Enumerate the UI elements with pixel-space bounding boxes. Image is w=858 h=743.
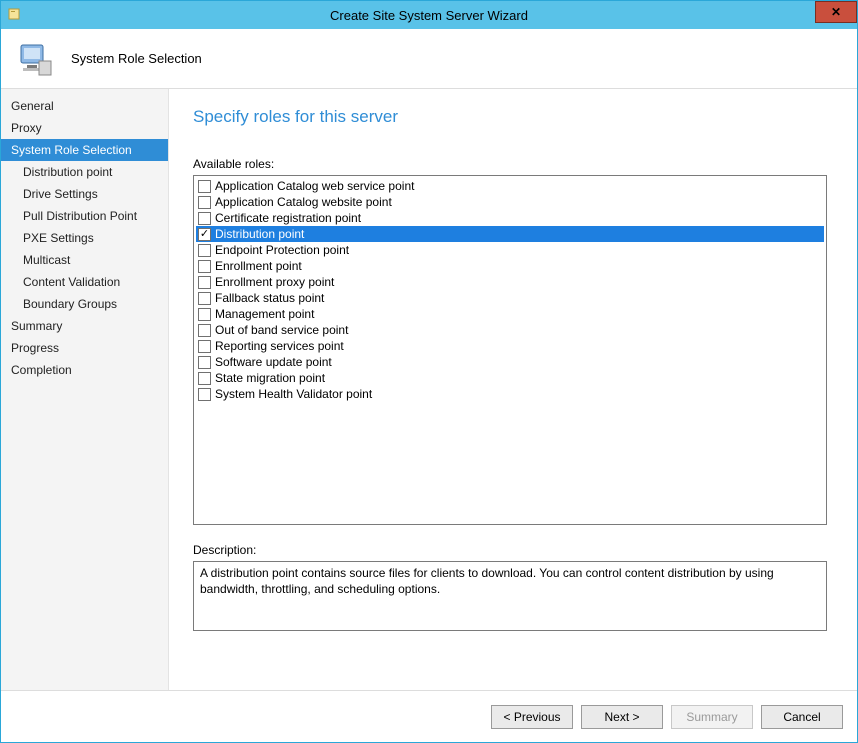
- available-roles-list[interactable]: Application Catalog web service pointApp…: [193, 175, 827, 525]
- role-label: Distribution point: [215, 226, 304, 242]
- role-row[interactable]: Software update point: [196, 354, 824, 370]
- role-checkbox[interactable]: [198, 340, 211, 353]
- previous-button[interactable]: < Previous: [491, 705, 573, 729]
- role-row[interactable]: Reporting services point: [196, 338, 824, 354]
- role-label: Enrollment proxy point: [215, 274, 334, 290]
- nav-item[interactable]: Drive Settings: [1, 183, 168, 205]
- role-row[interactable]: State migration point: [196, 370, 824, 386]
- nav-item[interactable]: Content Validation: [1, 271, 168, 293]
- nav-item[interactable]: System Role Selection: [1, 139, 168, 161]
- server-icon: [15, 39, 55, 79]
- nav-item[interactable]: Completion: [1, 359, 168, 381]
- role-checkbox[interactable]: [198, 180, 211, 193]
- summary-button-label: Summary: [686, 710, 737, 724]
- available-roles-label: Available roles:: [193, 157, 827, 171]
- next-button[interactable]: Next >: [581, 705, 663, 729]
- role-checkbox[interactable]: [198, 196, 211, 209]
- role-checkbox[interactable]: [198, 356, 211, 369]
- role-checkbox[interactable]: [198, 388, 211, 401]
- wizard-nav: GeneralProxySystem Role SelectionDistrib…: [1, 89, 169, 690]
- close-icon: ✕: [831, 5, 841, 19]
- role-row[interactable]: Enrollment point: [196, 258, 824, 274]
- role-label: System Health Validator point: [215, 386, 372, 402]
- cancel-button-label: Cancel: [783, 710, 820, 724]
- nav-item[interactable]: General: [1, 95, 168, 117]
- next-button-label: Next >: [604, 710, 639, 724]
- role-row[interactable]: Out of band service point: [196, 322, 824, 338]
- role-label: Management point: [215, 306, 314, 322]
- role-checkbox[interactable]: [198, 276, 211, 289]
- wizard-content: Specify roles for this server Available …: [169, 89, 857, 690]
- role-checkbox[interactable]: [198, 292, 211, 305]
- role-label: State migration point: [215, 370, 325, 386]
- previous-button-label: < Previous: [503, 710, 560, 724]
- close-button[interactable]: ✕: [815, 1, 857, 23]
- cancel-button[interactable]: Cancel: [761, 705, 843, 729]
- description-label: Description:: [193, 543, 827, 557]
- role-label: Application Catalog website point: [215, 194, 392, 210]
- role-label: Certificate registration point: [215, 210, 361, 226]
- nav-item[interactable]: Pull Distribution Point: [1, 205, 168, 227]
- nav-item[interactable]: Multicast: [1, 249, 168, 271]
- role-checkbox[interactable]: [198, 228, 211, 241]
- nav-item[interactable]: Distribution point: [1, 161, 168, 183]
- wizard-header: System Role Selection: [1, 29, 857, 89]
- role-label: Application Catalog web service point: [215, 178, 414, 194]
- nav-item[interactable]: PXE Settings: [1, 227, 168, 249]
- description-box: A distribution point contains source fil…: [193, 561, 827, 631]
- role-row[interactable]: Enrollment proxy point: [196, 274, 824, 290]
- role-row[interactable]: Fallback status point: [196, 290, 824, 306]
- wizard-footer: < Previous Next > Summary Cancel: [1, 690, 857, 742]
- role-label: Enrollment point: [215, 258, 302, 274]
- nav-item[interactable]: Summary: [1, 315, 168, 337]
- role-row[interactable]: System Health Validator point: [196, 386, 824, 402]
- role-checkbox[interactable]: [198, 324, 211, 337]
- description-text: A distribution point contains source fil…: [200, 566, 774, 596]
- role-label: Fallback status point: [215, 290, 324, 306]
- nav-item[interactable]: Progress: [1, 337, 168, 359]
- role-label: Reporting services point: [215, 338, 344, 354]
- nav-item[interactable]: Boundary Groups: [1, 293, 168, 315]
- role-checkbox[interactable]: [198, 308, 211, 321]
- window-title: Create Site System Server Wizard: [1, 8, 857, 23]
- title-bar: Create Site System Server Wizard ✕: [1, 1, 857, 29]
- role-row[interactable]: Distribution point: [196, 226, 824, 242]
- role-label: Out of band service point: [215, 322, 348, 338]
- role-row[interactable]: Certificate registration point: [196, 210, 824, 226]
- role-row[interactable]: Endpoint Protection point: [196, 242, 824, 258]
- role-checkbox[interactable]: [198, 244, 211, 257]
- nav-item[interactable]: Proxy: [1, 117, 168, 139]
- page-heading: Specify roles for this server: [193, 107, 827, 127]
- role-row[interactable]: Application Catalog website point: [196, 194, 824, 210]
- wizard-body: GeneralProxySystem Role SelectionDistrib…: [1, 89, 857, 690]
- role-checkbox[interactable]: [198, 260, 211, 273]
- role-row[interactable]: Management point: [196, 306, 824, 322]
- role-checkbox[interactable]: [198, 372, 211, 385]
- summary-button: Summary: [671, 705, 753, 729]
- role-checkbox[interactable]: [198, 212, 211, 225]
- role-label: Endpoint Protection point: [215, 242, 349, 258]
- role-row[interactable]: Application Catalog web service point: [196, 178, 824, 194]
- header-title: System Role Selection: [71, 51, 202, 66]
- role-label: Software update point: [215, 354, 332, 370]
